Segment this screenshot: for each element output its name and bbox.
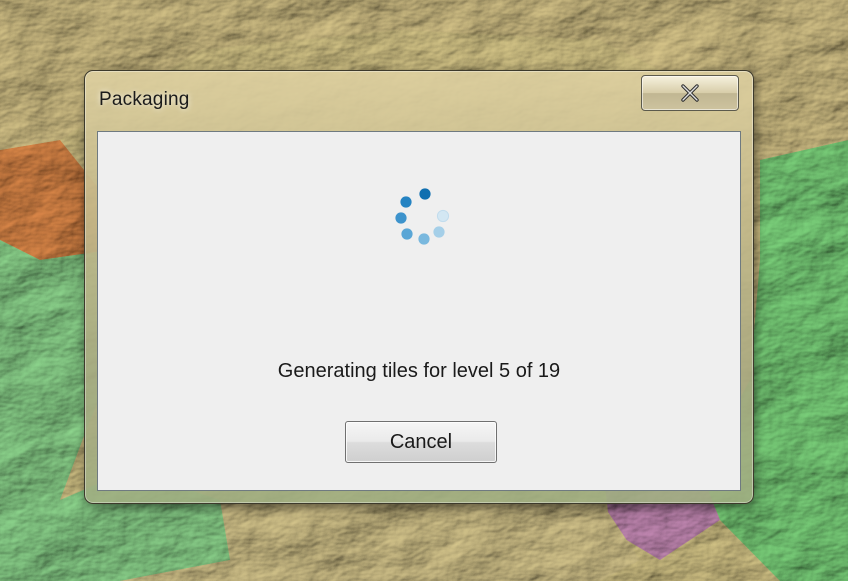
busy-spinner-icon (395, 188, 450, 245)
dialog-title: Packaging (99, 89, 190, 110)
cancel-button[interactable]: Cancel (345, 421, 497, 463)
close-x-icon (681, 84, 699, 102)
close-button[interactable] (641, 75, 739, 111)
status-message: Generating tiles for level 5 of 19 (277, 360, 561, 382)
packaging-dialog: Packaging Generating tiles for level 5 o… (84, 70, 754, 504)
dialog-content: Generating tiles for level 5 of 19 Cance… (97, 131, 741, 491)
